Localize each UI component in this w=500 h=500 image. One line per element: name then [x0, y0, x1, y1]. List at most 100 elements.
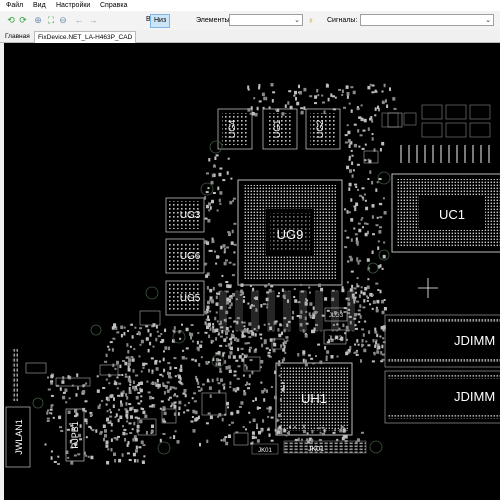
reload-icon[interactable]: ⟳ — [18, 15, 28, 25]
menu-help[interactable]: Справка — [100, 2, 127, 9]
passive-pad — [371, 360, 375, 363]
passive-pad — [267, 415, 270, 418]
passive-pad — [156, 379, 159, 383]
chip-ug9[interactable]: UG9 — [237, 179, 343, 286]
passive-pad — [349, 346, 352, 350]
passive-pad — [361, 431, 364, 434]
bottom-side-toggle[interactable]: Низ — [150, 14, 171, 28]
passive-pad — [217, 362, 221, 366]
chip-ug4[interactable]: UG4 — [217, 108, 253, 150]
menu-view[interactable]: Вид — [33, 2, 46, 9]
passive-pad — [256, 439, 260, 443]
passive-pad — [251, 370, 254, 375]
refresh-icon[interactable]: ⟲ — [6, 15, 16, 25]
fit-icon[interactable]: ⛶ — [46, 15, 56, 25]
passive-pad — [240, 401, 244, 405]
passive-pad — [232, 199, 235, 202]
passive-pad — [249, 346, 252, 349]
tab-main[interactable]: Главная — [2, 31, 33, 42]
dimm-slot-2[interactable]: JDIMM — [384, 370, 500, 424]
passive-pad — [126, 443, 129, 447]
passive-pad — [349, 169, 352, 173]
passive-pad — [232, 197, 236, 200]
passive-pad — [358, 116, 362, 119]
connector-jwlan1[interactable]: JWLAN1 — [5, 349, 31, 468]
passive-pad — [208, 386, 212, 390]
passive-pad — [126, 396, 129, 400]
passive-pad — [350, 109, 353, 113]
back-arrow-icon[interactable]: ← — [74, 15, 84, 25]
passive-pad — [358, 294, 361, 298]
chip-ug2[interactable]: UG2 — [305, 108, 341, 150]
search-icon[interactable]: ♁ — [306, 15, 316, 25]
board-canvas[interactable]: UG4 UG1 UG2 UG3 UG6 UG5 UG9 UC1 UH1 JDIM… — [4, 43, 500, 500]
passive-pad — [142, 444, 146, 447]
board-view[interactable]: UG4 UG1 UG2 UG3 UG6 UG5 UG9 UC1 UH1 JDIM… — [4, 43, 500, 500]
passive-pad — [60, 430, 64, 432]
passive-pad — [250, 106, 253, 110]
passive-pad — [84, 410, 87, 413]
dimm-slot-1[interactable]: JDIMM — [384, 314, 500, 368]
passive-pad — [358, 320, 361, 323]
passive-pad — [152, 345, 155, 348]
passive-pad — [256, 423, 258, 427]
passive-pad — [352, 169, 355, 172]
passive-pad — [361, 217, 364, 219]
passive-pad — [255, 308, 258, 312]
chip-ug1[interactable]: UG1 — [262, 108, 298, 150]
passive-pad — [249, 284, 252, 287]
passive-pad — [173, 401, 177, 404]
passive-pad — [266, 428, 270, 431]
chip-ug5[interactable]: UG5 — [165, 280, 205, 316]
passive-pad — [84, 418, 88, 422]
passive-pad — [354, 327, 358, 330]
passive-pad — [236, 387, 240, 391]
passive-pad — [374, 107, 377, 111]
signals-combo[interactable]: ⌄ — [360, 14, 494, 26]
menu-file[interactable]: Файл — [6, 2, 23, 9]
chip-uh1[interactable]: UH1 — [275, 362, 353, 436]
zoom-in-icon[interactable]: ⊕ — [33, 15, 43, 25]
forward-arrow-icon[interactable]: → — [88, 15, 98, 25]
passive-pad — [206, 172, 209, 175]
passive-pad — [379, 335, 382, 338]
passive-pad — [161, 339, 165, 343]
passive-pad — [302, 429, 306, 434]
passive-pad — [289, 105, 293, 110]
menu-settings[interactable]: Настройки — [56, 2, 90, 9]
passive-pad — [226, 246, 230, 249]
passive-pad — [112, 404, 115, 408]
passive-pad — [277, 328, 280, 332]
connector-jk01-b[interactable]: JK01 — [251, 443, 279, 455]
passive-pad — [210, 299, 214, 303]
passive-pad — [310, 357, 314, 360]
chip-ug6[interactable]: UG6 — [165, 238, 205, 274]
passive-pad — [124, 375, 128, 378]
passive-pad — [243, 392, 247, 396]
passive-pad — [126, 452, 130, 455]
passive-pad — [74, 408, 77, 413]
passive-pad — [219, 167, 223, 170]
passive-pad — [358, 228, 362, 233]
passive-pad — [300, 107, 304, 110]
passive-pad — [201, 383, 205, 386]
passive-pad — [232, 330, 234, 333]
passive-pad — [176, 440, 180, 444]
passive-pad — [169, 372, 172, 375]
passive-pad — [314, 95, 318, 99]
passive-pad — [350, 270, 354, 273]
passive-pad — [140, 339, 144, 344]
passive-pad — [207, 412, 211, 415]
passive-pad — [270, 386, 273, 388]
chip-uc1[interactable]: UC1 — [391, 173, 500, 253]
passive-pad — [185, 357, 188, 360]
passive-pad — [363, 348, 367, 353]
elements-combo[interactable]: ⌄ — [229, 14, 303, 26]
zoom-out-icon[interactable]: ⊖ — [58, 15, 68, 25]
tab-board-file[interactable]: FixDevice.NET_LA-H463P_CAD — [34, 31, 137, 43]
connector-jk01-a[interactable]: JK01 — [283, 440, 367, 454]
passive-pad — [140, 370, 143, 373]
passive-pad — [167, 371, 169, 376]
passive-pad — [262, 419, 265, 423]
chip-ug3[interactable]: UG3 — [165, 197, 205, 233]
